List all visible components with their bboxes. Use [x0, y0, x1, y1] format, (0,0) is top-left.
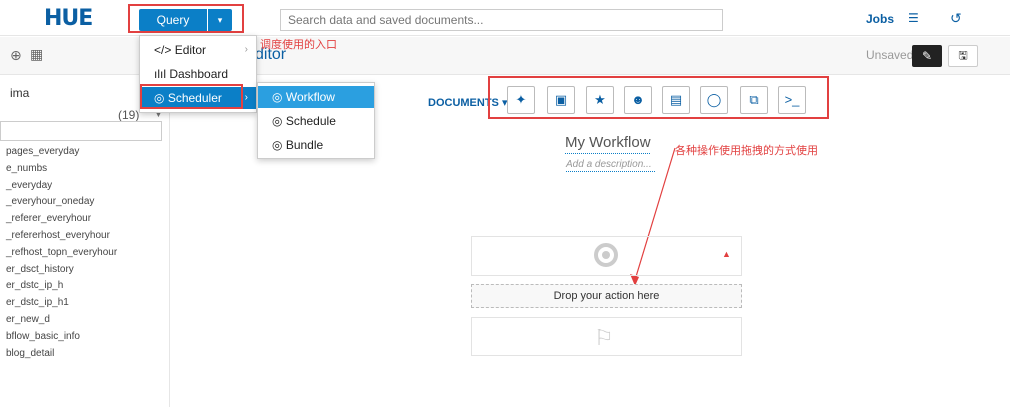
table-list-item[interactable]: er_dstc_ip_h1 [6, 297, 69, 308]
submenu-item-schedule[interactable]: ◎ Schedule [258, 110, 374, 132]
save-button[interactable]: 🖫 [948, 45, 978, 67]
schedule-icon: ◎ [272, 114, 283, 128]
table-list-item[interactable]: er_dstc_ip_h [6, 280, 63, 291]
table-list-item[interactable]: _refhost_topn_everyhour [6, 247, 117, 258]
query-button[interactable]: Query [139, 9, 207, 31]
database-name[interactable]: ima [10, 86, 29, 100]
table-list-item[interactable]: er_dsct_history [6, 264, 74, 275]
submenu-item-label: Workflow [285, 90, 335, 104]
table-list-item[interactable]: _everyday [6, 180, 52, 191]
chevron-right-icon: › [244, 44, 248, 55]
annotation-scheduler-entry: 调度使用的入口 [260, 39, 337, 51]
table-list-item[interactable]: _referer_everyhour [6, 213, 91, 224]
table-list-item[interactable]: pages_everyday [6, 146, 79, 157]
menu-item-label: Scheduler [167, 91, 222, 105]
query-dropdown-toggle[interactable]: ▾ [208, 9, 232, 31]
menu-item-label: Dashboard [169, 67, 229, 81]
table-list-item[interactable]: _refererhost_everyhour [6, 230, 110, 241]
submenu-item-bundle[interactable]: ◎ Bundle [258, 134, 374, 156]
table-count: (19) [118, 108, 140, 122]
documents-dropdown[interactable]: DOCUMENTS ▾ [428, 96, 507, 109]
code-icon[interactable]: ▣ [547, 86, 575, 114]
submenu-item-workflow[interactable]: ◎ Workflow [258, 86, 374, 108]
zoom-in-icon[interactable]: ⊕ [10, 47, 22, 64]
hue-logo[interactable]: HUE [44, 6, 93, 31]
table-list-item[interactable]: er_new_d [6, 314, 50, 325]
subworkflow-icon[interactable]: ◯ [700, 86, 728, 114]
unsaved-status: Unsaved [866, 48, 914, 62]
copy-icon[interactable]: ⧉ [740, 86, 768, 114]
jobs-link[interactable]: Jobs [866, 12, 894, 26]
submenu-item-label: Bundle [285, 138, 324, 152]
finish-flag-icon: ⚐ [594, 325, 614, 350]
bundle-icon: ◎ [272, 138, 283, 152]
table-list-item[interactable]: bflow_basic_info [6, 331, 80, 342]
bar-chart-icon: ılıl [154, 67, 166, 81]
shell-icon[interactable]: >_ [778, 86, 806, 114]
code-icon: </> [154, 43, 172, 57]
search-input[interactable] [280, 9, 723, 31]
hive-icon[interactable]: ✦ [507, 86, 535, 114]
start-target-dot [602, 251, 610, 259]
grid-icon[interactable]: ▦ [30, 46, 43, 63]
table-list-item[interactable]: blog_detail [6, 348, 54, 359]
menu-item-editor[interactable]: </> Editor › [140, 39, 256, 61]
table-list-item[interactable]: e_numbs [6, 163, 47, 174]
documents-label: DOCUMENTS [428, 97, 499, 109]
table-filter-input[interactable] [0, 121, 162, 141]
workflow-icon: ◎ [272, 90, 283, 104]
spark-icon[interactable]: ★ [586, 86, 614, 114]
menu-item-label: Editor [174, 43, 207, 57]
submenu-item-label: Schedule [285, 114, 336, 128]
scheduler-submenu: ◎ Workflow ◎ Schedule ◎ Bundle [257, 82, 375, 159]
table-list-item[interactable]: _everyhour_oneday [6, 196, 94, 207]
java-icon[interactable]: ▤ [662, 86, 690, 114]
chevron-right-icon: › [244, 92, 248, 103]
scheduler-icon: ◎ [154, 91, 165, 105]
edit-button[interactable]: ✎ [912, 45, 942, 67]
history-icon[interactable]: ↺ [950, 10, 962, 27]
query-dropdown-menu: </> Editor › ılıl Dashboard ◎ Scheduler … [139, 35, 257, 113]
jobs-list-icon[interactable]: ☰ [908, 11, 919, 25]
caret-up-icon[interactable]: ▲ [722, 249, 731, 259]
menu-item-scheduler[interactable]: ◎ Scheduler › [140, 87, 256, 109]
pig-icon[interactable]: ☻ [624, 86, 652, 114]
annotation-drag-drop: 各种操作使用拖拽的方式使用 [675, 145, 818, 157]
menu-item-dashboard[interactable]: ılıl Dashboard [140, 63, 256, 85]
drop-zone[interactable]: Drop your action here [471, 284, 742, 308]
